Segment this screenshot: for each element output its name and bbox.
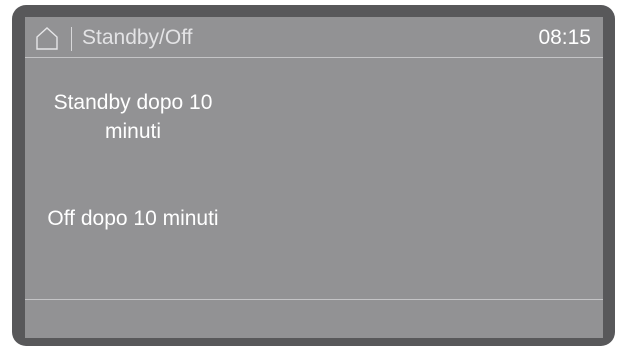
home-icon[interactable] (35, 26, 59, 50)
option-off-after-10-minutes[interactable]: Off dopo 10 minuti (33, 204, 233, 233)
option-standby-after-10-minutes[interactable]: Standby dopo 10 minuti (33, 88, 233, 146)
header-separator (71, 27, 72, 51)
header-bar: Standby/Off 08:15 (25, 17, 603, 57)
header-divider (25, 57, 603, 58)
footer-bar (25, 300, 603, 338)
display-screen: Standby/Off 08:15 Standby dopo 10 minuti… (25, 17, 603, 338)
clock: 08:15 (538, 26, 591, 49)
page-title: Standby/Off (82, 26, 193, 49)
